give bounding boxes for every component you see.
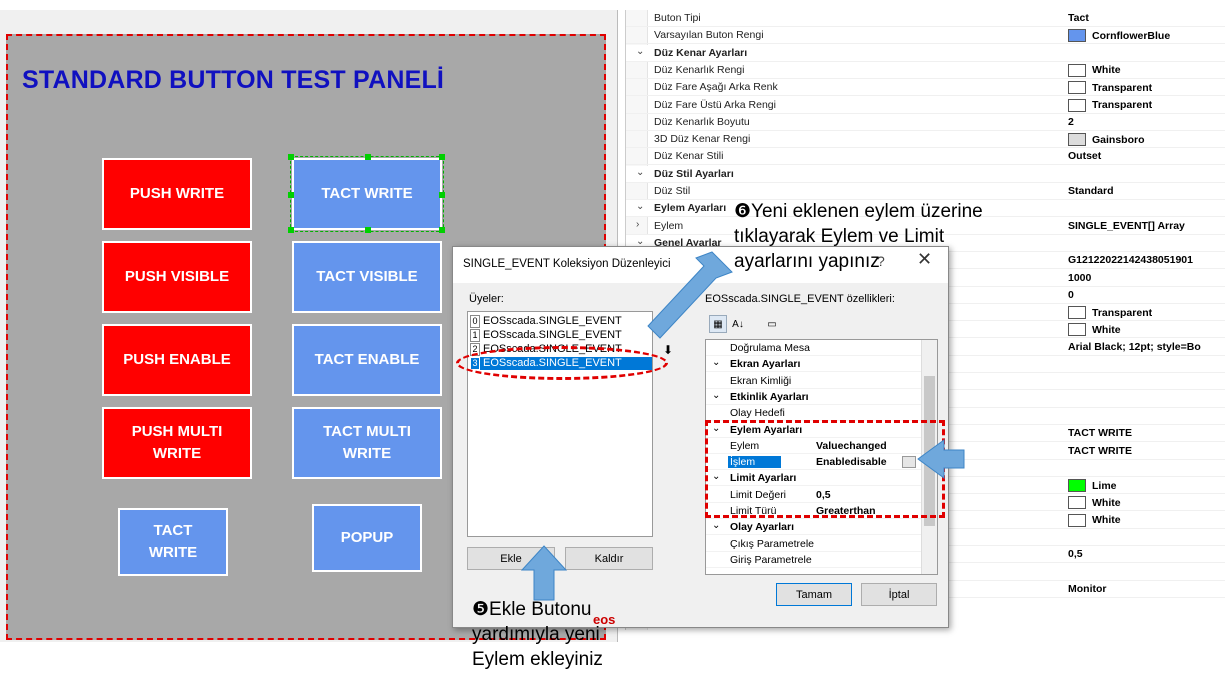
annotation-arrows	[520, 251, 965, 601]
step6-annotation: ❻Yeni eklenen eylem üzerine tıklayarak E…	[734, 201, 983, 272]
step5-annotation: ❺Ekle Butonu yardımıyla yeni Eylem ekley…	[472, 599, 603, 670]
arrow-to-member	[647, 251, 733, 339]
arrow-to-add	[520, 545, 568, 601]
arrow-to-islem	[917, 439, 965, 479]
eos-logo: eos	[593, 612, 616, 627]
